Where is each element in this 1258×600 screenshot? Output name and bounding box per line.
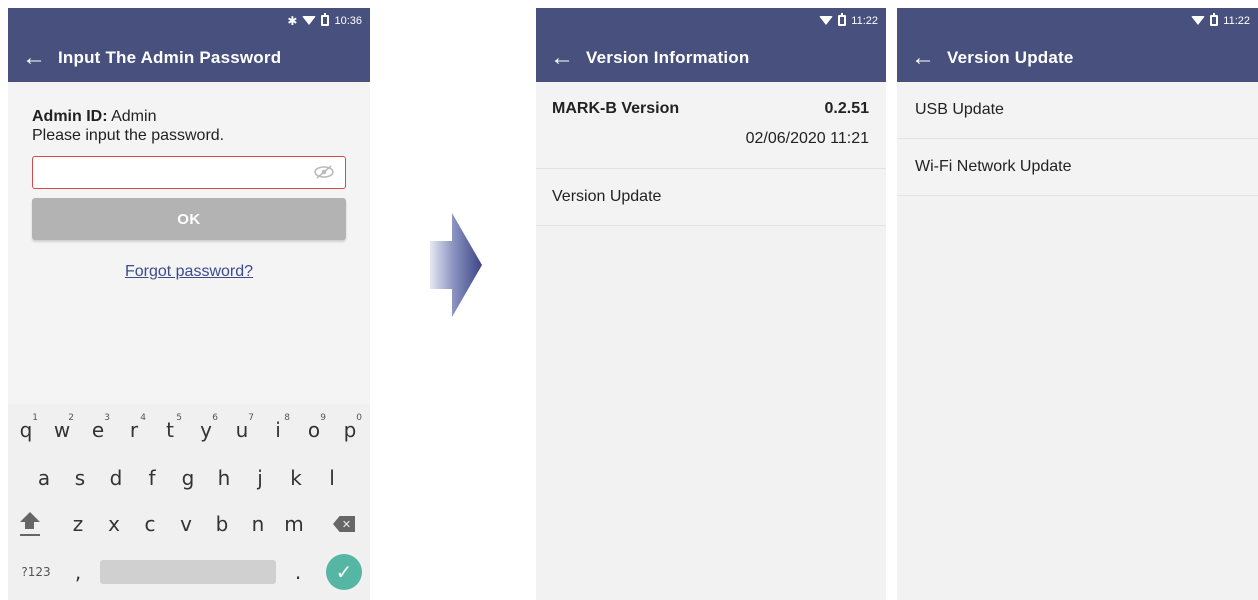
back-arrow-icon[interactable]: ←: [550, 45, 574, 70]
bluetooth-icon: ✱: [287, 13, 298, 28]
app-bar: ← Input The Admin Password: [8, 33, 370, 82]
key-v[interactable]: v: [168, 504, 204, 544]
back-arrow-icon[interactable]: ←: [22, 45, 46, 70]
key-w[interactable]: 2w: [44, 410, 80, 450]
comma-key[interactable]: ,: [60, 552, 96, 592]
key-x[interactable]: x: [96, 504, 132, 544]
ok-button[interactable]: OK: [32, 198, 346, 240]
shift-icon: [20, 512, 40, 522]
admin-id-value: Admin: [111, 108, 157, 125]
status-time: 11:22: [1223, 14, 1250, 27]
key-q[interactable]: 1q: [8, 410, 44, 450]
app-bar: ← Version Update: [897, 33, 1258, 82]
page-title: Input The Admin Password: [58, 47, 282, 67]
key-m[interactable]: m: [276, 504, 312, 544]
wifi-network-update-item[interactable]: Wi-Fi Network Update: [897, 139, 1258, 196]
app-bar: ← Version Information: [536, 33, 886, 82]
key-l[interactable]: l: [314, 458, 350, 498]
version-information-screen: 11:22 ← Version Information MARK-B Versi…: [536, 8, 886, 600]
password-field[interactable]: [32, 156, 346, 189]
usb-update-item[interactable]: USB Update: [897, 82, 1258, 139]
key-s[interactable]: s: [62, 458, 98, 498]
shift-key[interactable]: [12, 504, 48, 544]
page-title: Version Update: [947, 47, 1074, 67]
password-input[interactable]: [33, 157, 345, 188]
key-y[interactable]: 6y: [188, 410, 224, 450]
key-r[interactable]: 4r: [116, 410, 152, 450]
flow-arrow-icon: [430, 213, 482, 317]
version-update-screen: 11:22 ← Version Update USB Update Wi-Fi …: [897, 8, 1258, 600]
enter-check-icon[interactable]: ✓: [326, 554, 362, 590]
status-bar: 11:22: [536, 8, 886, 33]
key-p[interactable]: 0p: [332, 410, 368, 450]
key-a[interactable]: a: [26, 458, 62, 498]
admin-id-line: Admin ID: Admin: [32, 108, 346, 126]
key-j[interactable]: j: [242, 458, 278, 498]
status-bar: 11:22: [897, 8, 1258, 33]
password-prompt: Please input the password.: [32, 127, 225, 144]
update-options-list: USB Update Wi-Fi Network Update: [897, 82, 1258, 196]
battery-icon: [1210, 13, 1219, 26]
key-o[interactable]: 9o: [296, 410, 332, 450]
status-bar: ✱ 10:36: [8, 8, 370, 33]
page-title: Version Information: [586, 47, 750, 67]
key-z[interactable]: z: [60, 504, 96, 544]
key-t[interactable]: 5t: [152, 410, 188, 450]
key-d[interactable]: d: [98, 458, 134, 498]
version-value: 0.2.51: [824, 100, 869, 117]
status-time: 11:22: [851, 14, 878, 27]
key-u[interactable]: 7u: [224, 410, 260, 450]
key-e[interactable]: 3e: [80, 410, 116, 450]
eye-off-icon[interactable]: [313, 165, 335, 179]
key-c[interactable]: c: [132, 504, 168, 544]
space-key[interactable]: [100, 560, 276, 584]
version-label: MARK-B Version: [552, 100, 680, 117]
period-key[interactable]: .: [280, 552, 316, 592]
keyboard-row-2: a s d f g h j k l: [8, 458, 370, 498]
key-f[interactable]: f: [134, 458, 170, 498]
wifi-icon: [1191, 16, 1206, 25]
forgot-password-link[interactable]: Forgot password?: [32, 263, 346, 281]
version-row: MARK-B Version 0.2.51 02/06/2020 11:21: [536, 82, 886, 169]
admin-id-label: Admin ID:: [32, 108, 108, 125]
soft-keyboard: 1q 2w 3e 4r 5t 6y 7u 8i 9o 0p a s d f g …: [8, 404, 370, 600]
wifi-icon: [302, 16, 317, 25]
key-h[interactable]: h: [206, 458, 242, 498]
version-update-item[interactable]: Version Update: [536, 169, 886, 226]
admin-password-screen: ✱ 10:36 ← Input The Admin Password Admin…: [8, 8, 370, 600]
backspace-key[interactable]: ✕: [326, 504, 362, 544]
key-g[interactable]: g: [170, 458, 206, 498]
backspace-icon: ✕: [333, 516, 355, 532]
keyboard-row-3: z x c v b n m ✕: [8, 504, 370, 544]
back-arrow-icon[interactable]: ←: [911, 45, 935, 70]
key-n[interactable]: n: [240, 504, 276, 544]
key-b[interactable]: b: [204, 504, 240, 544]
keyboard-row-4: ?123 , . ✓: [8, 552, 370, 592]
battery-icon: [321, 13, 330, 26]
status-time: 10:36: [334, 14, 362, 27]
battery-icon: [838, 13, 847, 26]
wifi-icon: [819, 16, 834, 25]
keyboard-row-1: 1q 2w 3e 4r 5t 6y 7u 8i 9o 0p: [8, 410, 370, 450]
symbols-key[interactable]: ?123: [14, 552, 58, 592]
key-i[interactable]: 8i: [260, 410, 296, 450]
key-k[interactable]: k: [278, 458, 314, 498]
version-date: 02/06/2020 11:21: [745, 130, 869, 147]
version-list: MARK-B Version 0.2.51 02/06/2020 11:21 V…: [536, 82, 886, 226]
